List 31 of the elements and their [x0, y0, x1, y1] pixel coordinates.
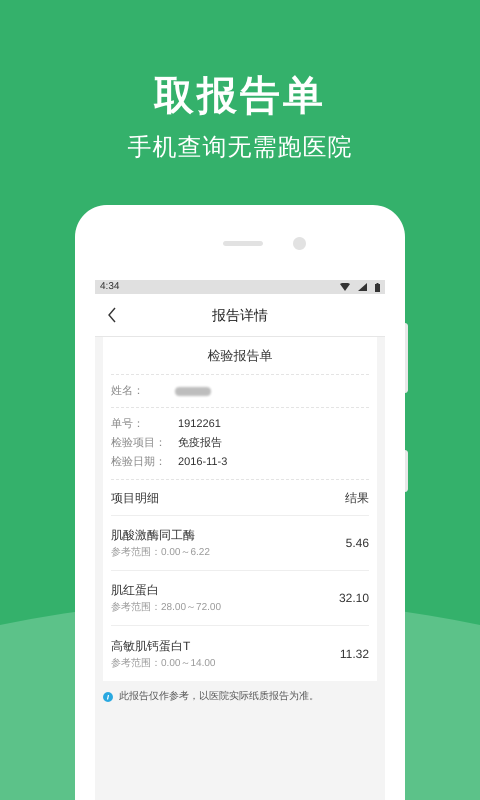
wifi-icon	[340, 283, 350, 291]
blurred-name	[175, 386, 211, 396]
column-header: 结果	[345, 490, 369, 506]
info-icon	[103, 692, 113, 702]
reference-range: 参考范围：0.00～14.00	[111, 656, 216, 670]
test-item-name: 高敏肌钙蛋白T	[111, 638, 192, 654]
disclaimer-note: 此报告仅作参考，以医院实际纸质报告为准。	[119, 690, 319, 704]
test-result: 32.10	[338, 590, 369, 607]
test-item-name: 肌酸激酶同工酶	[111, 527, 196, 543]
speaker-grille	[222, 241, 262, 246]
signal-icon	[358, 283, 367, 291]
status-time: 4:34	[100, 281, 120, 293]
battery-icon	[375, 282, 380, 292]
info-value: 2016-11-3	[178, 455, 228, 470]
camera-icon	[292, 237, 306, 250]
info-label: 单号：	[111, 417, 145, 432]
test-result: 5.46	[346, 535, 369, 552]
test-result: 11.32	[340, 646, 369, 662]
info-value: 免疫报告	[178, 436, 222, 452]
nav-title: 报告详情	[212, 306, 268, 324]
info-label: 检验项目：	[111, 436, 167, 452]
info-label: 检验日期：	[111, 455, 167, 470]
name-label: 姓名：	[111, 384, 145, 399]
report-title: 检验报告单	[208, 346, 272, 365]
test-item-name: 肌红蛋白	[111, 582, 160, 598]
reference-range: 参考范围：28.00～72.00	[111, 601, 222, 614]
reference-range: 参考范围：0.00～6.22	[111, 546, 210, 559]
info-value: 1912261	[178, 417, 221, 432]
headline: 取报告单	[154, 73, 326, 120]
subheadline: 手机查询无需跑医院	[128, 133, 352, 163]
column-header: 项目明细	[111, 490, 159, 506]
